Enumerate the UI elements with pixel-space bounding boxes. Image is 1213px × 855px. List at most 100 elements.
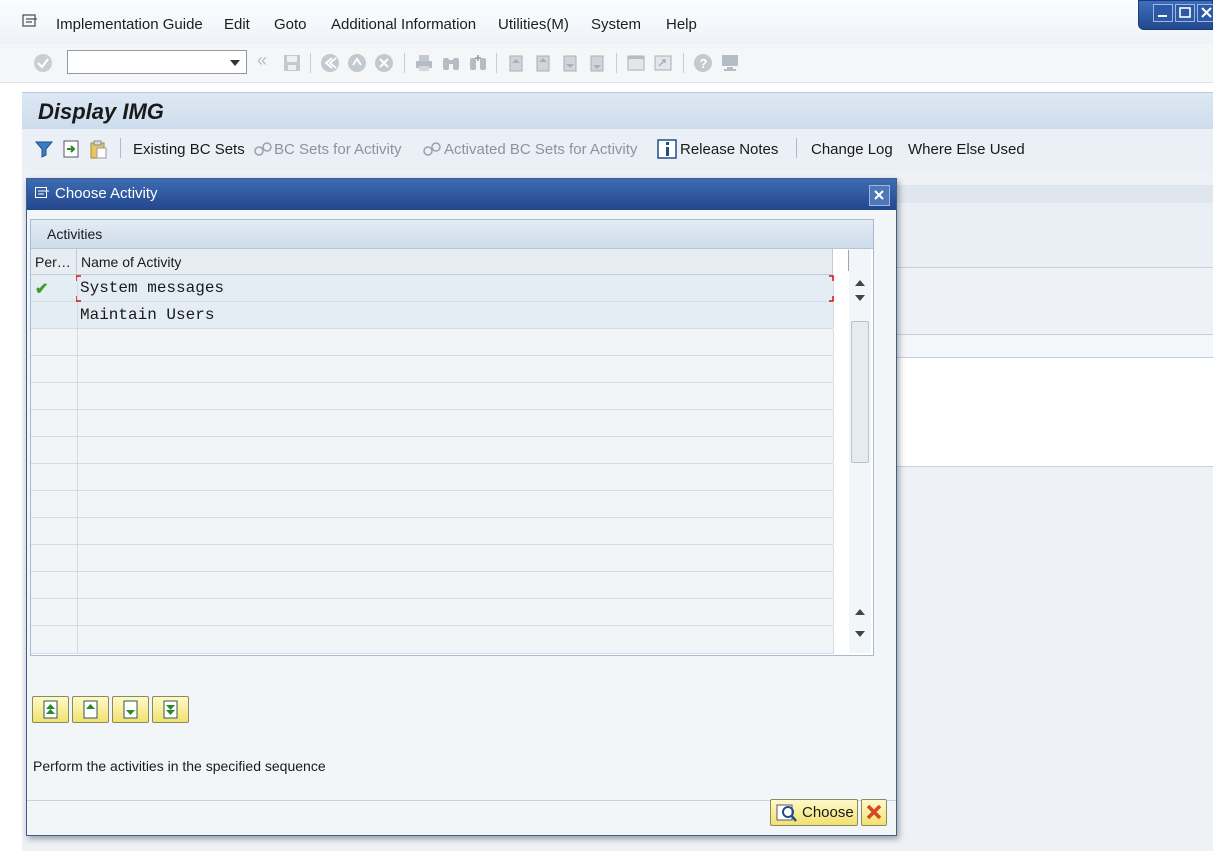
menu-system[interactable]: System — [591, 16, 641, 33]
execute-project-icon[interactable] — [61, 139, 81, 159]
window-controls — [1138, 0, 1213, 30]
help-icon[interactable]: ? — [693, 53, 713, 73]
table-row[interactable]: Maintain Users — [31, 302, 834, 329]
previous-page-button[interactable] — [72, 696, 109, 723]
close-icon[interactable] — [869, 185, 890, 206]
last-page-button[interactable] — [152, 696, 189, 723]
cancel-button[interactable] — [861, 799, 887, 826]
table-row — [31, 356, 834, 383]
footer-divider — [27, 800, 896, 801]
menu-edit[interactable]: Edit — [224, 16, 250, 33]
table-row — [31, 464, 834, 491]
table-row — [31, 491, 834, 518]
menu-goto[interactable]: Goto — [274, 16, 307, 33]
svg-text:?: ? — [700, 56, 708, 71]
activities-panel-title: Activities — [31, 220, 873, 249]
find-icon[interactable] — [441, 53, 461, 73]
next-page-icon[interactable] — [560, 53, 580, 73]
toolbar-separator — [796, 138, 797, 158]
column-header-performed[interactable]: Per… — [31, 249, 77, 275]
page-title: Display IMG — [38, 99, 164, 124]
release-notes-button[interactable]: Release Notes — [680, 141, 778, 158]
dialog-title: Choose Activity — [55, 185, 158, 202]
scroll-thumb[interactable] — [851, 321, 869, 463]
filter-icon[interactable] — [34, 139, 54, 159]
shortcut-icon[interactable] — [653, 53, 673, 73]
first-page-button[interactable] — [32, 696, 69, 723]
info-icon[interactable] — [657, 139, 677, 159]
close-window-button[interactable] — [1197, 4, 1213, 22]
performed-cell — [31, 302, 78, 328]
toolbar-separator — [496, 53, 497, 73]
column-header-name[interactable]: Name of Activity — [77, 249, 833, 275]
table-row[interactable]: ✔ System messages — [31, 275, 834, 302]
focus-frame — [76, 275, 834, 302]
table-row — [31, 626, 834, 654]
menu-utilities[interactable]: Utilities(M) — [498, 16, 569, 33]
table-row — [31, 329, 834, 356]
cancel-icon[interactable] — [374, 53, 394, 73]
activity-name: Maintain Users — [80, 306, 215, 324]
last-page-icon[interactable] — [587, 53, 607, 73]
exit-icon[interactable] — [347, 53, 367, 73]
choose-button[interactable]: Choose — [770, 799, 858, 826]
background-panel — [895, 335, 1213, 358]
create-session-icon[interactable] — [626, 53, 646, 73]
background-header-band — [895, 185, 1213, 203]
change-log-button[interactable]: Change Log — [811, 141, 893, 158]
back-icon[interactable] — [320, 53, 340, 73]
table-row — [31, 572, 834, 599]
existing-bc-sets-button[interactable]: Existing BC Sets — [133, 141, 245, 158]
background-panel — [895, 268, 1213, 335]
first-page-icon[interactable] — [506, 53, 526, 73]
chevron-down-icon[interactable] — [230, 60, 240, 66]
menu-icon[interactable] — [22, 14, 38, 28]
performed-cell: ✔ — [31, 275, 78, 301]
menu-implementation-guide[interactable]: Implementation Guide — [56, 16, 203, 33]
choose-activity-dialog: Choose Activity Activities Per… Name of … — [26, 178, 897, 836]
table-row — [31, 383, 834, 410]
dialog-header: Choose Activity — [27, 179, 896, 210]
enter-icon[interactable] — [33, 53, 53, 73]
maximize-button[interactable] — [1175, 4, 1195, 22]
clipboard-icon[interactable] — [88, 139, 108, 159]
toolbar-separator — [616, 53, 617, 73]
toolbar-separator — [120, 138, 121, 158]
vertical-scrollbar[interactable] — [849, 249, 871, 653]
expand-command-icon[interactable]: « — [257, 50, 277, 70]
activated-bc-sets-button[interactable]: Activated BC Sets for Activity — [444, 141, 637, 158]
scroll-bottom-icon[interactable] — [855, 631, 865, 637]
minimize-button[interactable] — [1153, 4, 1173, 22]
activities-panel: Activities Per… Name of Activity ✔ Syste… — [30, 219, 874, 656]
toolbar-separator — [404, 53, 405, 73]
find-next-icon[interactable] — [468, 53, 488, 73]
bc-sets-for-activity-button[interactable]: BC Sets for Activity — [274, 141, 402, 158]
print-icon[interactable] — [414, 53, 434, 73]
table-row — [31, 437, 834, 464]
panel-title-label: Activities — [47, 226, 103, 242]
status-text: Perform the activities in the specified … — [33, 758, 326, 774]
table-row — [31, 518, 834, 545]
scroll-up-icon[interactable] — [855, 609, 865, 615]
activity-name-cell[interactable]: Maintain Users — [77, 302, 834, 328]
table-row — [31, 545, 834, 572]
background-panel — [895, 358, 1213, 467]
bc-sets-icon — [253, 141, 273, 159]
toolbar-separator — [683, 53, 684, 73]
customize-layout-icon[interactable] — [720, 53, 740, 73]
next-page-button[interactable] — [112, 696, 149, 723]
menu-additional-information[interactable]: Additional Information — [331, 16, 476, 33]
activated-bc-sets-icon — [422, 141, 442, 159]
previous-page-icon[interactable] — [533, 53, 553, 73]
scroll-top-icon[interactable] — [855, 280, 865, 286]
screen-title-bar: Display IMG — [22, 92, 1213, 129]
dialog-menu-icon[interactable] — [35, 187, 49, 200]
choose-label: Choose — [802, 804, 854, 821]
where-else-used-button[interactable]: Where Else Used — [908, 141, 1025, 158]
command-field[interactable] — [67, 50, 247, 74]
menu-help[interactable]: Help — [666, 16, 697, 33]
toolbar-separator — [310, 53, 311, 73]
standard-toolbar: « ? — [0, 44, 1213, 83]
save-icon[interactable] — [282, 53, 302, 73]
scroll-down-icon[interactable] — [855, 295, 865, 301]
